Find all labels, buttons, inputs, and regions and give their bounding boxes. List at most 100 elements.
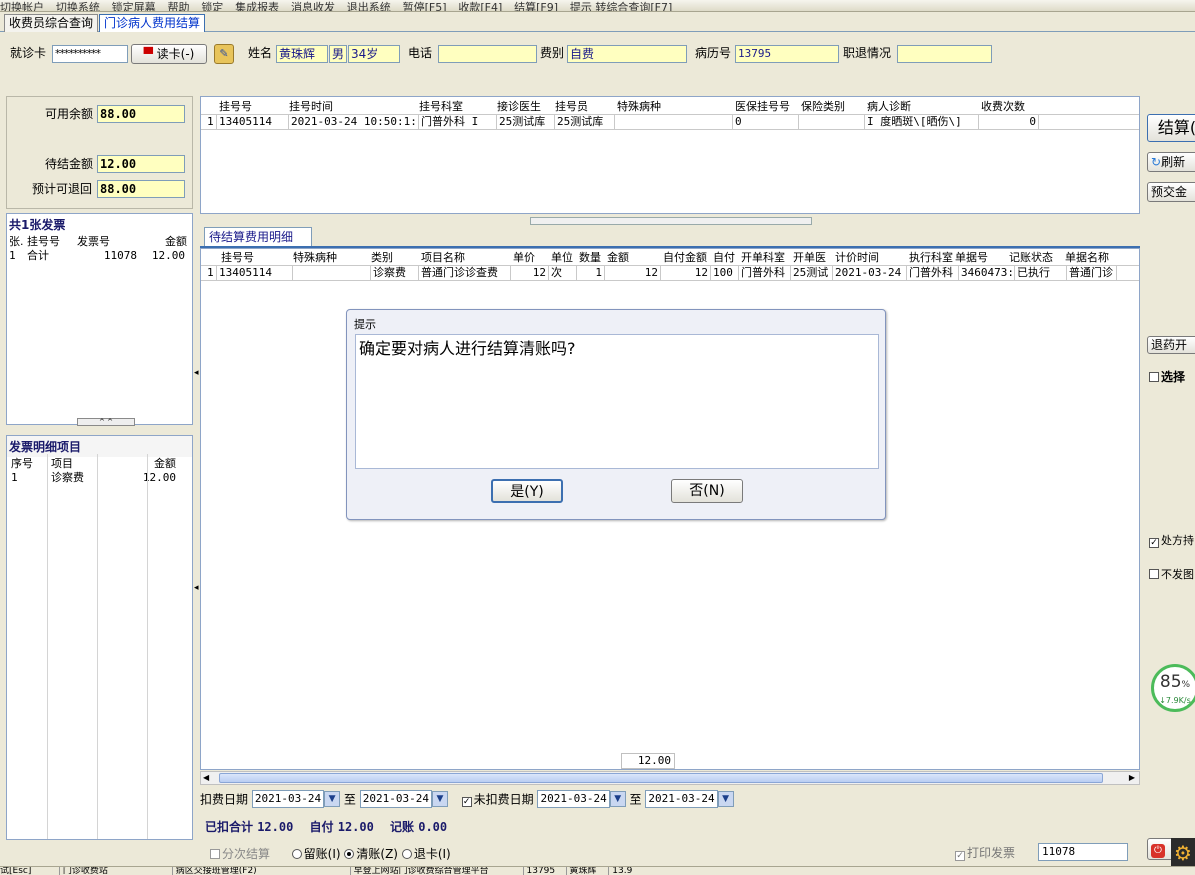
status-item: 黄珠辉 [569,867,610,875]
confirm-yes-button[interactable]: 是(Y) [491,479,563,503]
collapse-left-icon[interactable]: ◂ [194,368,199,378]
age-field: 34岁 [348,45,400,63]
no-send-option[interactable]: 不发图 [1149,566,1194,582]
print-invoice-checkbox[interactable]: ✓ [955,851,965,861]
header-cell: 执行科室 [909,251,953,264]
header-cell: 单据号 [955,251,988,264]
toolbar-item[interactable]: 集成报表 [235,1,279,11]
prescription-option[interactable]: ✓ 处方持 [1149,532,1194,548]
network-speed-widget[interactable]: 85% ↓7.9K/s [1151,664,1195,712]
header-cell: 张. [9,235,24,248]
tab-outpatient-settlement[interactable]: 门诊病人费用结算 [99,14,206,32]
toolbar-item[interactable]: 消息收发 [291,1,335,11]
right-action-panel: 结算( ↻刷新 预交金 退药开 选择 ✓ 处方持 不发图 85% ↓7.9K/s … [1141,96,1195,866]
clear-radio[interactable] [344,849,355,859]
cell: 1 [9,249,16,262]
widget-percent: 85 [1159,672,1182,692]
toolbar-item[interactable]: 切换帐户 [0,1,44,11]
gear-icon[interactable]: ⚙ [1171,838,1195,866]
toolbar-item[interactable]: 结算[F9] [514,1,558,11]
refresh-button[interactable]: ↻刷新 [1147,152,1195,172]
invoice-list-header: 张. 挂号号 发票号 金额 [7,235,192,249]
collapse-left-icon-2[interactable]: ◂ [194,583,199,593]
undeducted-from-date[interactable]: 2021-03-24 [537,790,610,808]
invoice-detail-title: 发票明细项目 [7,436,192,457]
retire-field [897,45,992,63]
pending-detail-header: 挂号号 特殊病种 类别 项目名称 单价 单位 数量 金额 自付金额 自付 开单科… [201,249,1139,265]
widget-unit: % [1181,680,1191,690]
selfpay-value: 12.00 [337,820,374,834]
undeducted-to-date[interactable]: 2021-03-24 [645,790,718,808]
cell: 诊察费 [371,266,419,280]
table-row[interactable]: 1 合计 11078 12.00 [7,249,192,263]
table-row[interactable]: 1 13405114 2021-03-24 10:50:1: 门普外科 I 25… [201,114,1139,130]
toolbar-item[interactable]: 暂停[F5] [403,1,447,11]
card-input[interactable]: ********** [52,45,128,63]
scroll-right-icon[interactable]: ▶ [1129,773,1135,782]
select-label: 选择 [1161,370,1186,384]
cell: 12.00 [151,249,185,262]
settle-button[interactable]: 结算( [1147,114,1195,142]
undeducted-checkbox[interactable]: ✓ [461,796,472,807]
toolbar-item[interactable]: 帮助 [167,1,189,11]
sex-field: 男 [329,45,347,63]
table-row[interactable]: 1 诊察费 12.00 [7,471,192,485]
toolbar-item[interactable]: 切换系统 [56,1,100,11]
invoice-number-field[interactable]: 11078 [1038,843,1128,861]
toolbar-item[interactable]: 退出系统 [347,1,391,11]
table-row[interactable]: 1 13405114 诊察费 普通门诊诊查费 12 次 1 12 12 100 … [201,265,1139,281]
no-send-checkbox[interactable] [1149,569,1159,579]
pending-label: 待结金额 [45,157,94,171]
cell: 12 [605,266,661,280]
splitter-handle[interactable] [530,217,812,225]
cell: 1 [577,266,605,280]
select-checkbox[interactable] [1149,372,1159,382]
header-cell: 保险类别 [801,100,845,113]
dropdown-arrow-icon[interactable]: ▼ [324,791,341,807]
deduct-to-date[interactable]: 2021-03-24 [359,790,432,808]
confirm-no-button[interactable]: 否(N) [671,479,743,503]
dropdown-arrow-icon[interactable]: ▼ [717,791,734,807]
toolbar-item[interactable]: 锁定屏幕 [112,1,156,11]
down-arrow-icon: ↓ [1159,696,1166,705]
deduct-from-date[interactable]: 2021-03-24 [251,790,325,808]
header-cell: 金额 [154,457,176,470]
cell: 0 [979,115,1039,129]
select-option[interactable]: 选择 [1149,368,1185,385]
cell: 1 [205,115,217,129]
toolbar-item[interactable]: 锁定 [201,1,223,11]
invoice-count-title: 共1张发票 [7,214,192,235]
refund-drug-button[interactable]: 退药开 [1147,336,1195,354]
split-checkbox[interactable] [210,849,220,859]
available-balance: 88.00 [97,105,185,123]
collapse-handle-icon[interactable]: ^ ^ [77,418,135,426]
toolbar-item[interactable]: 提示 转综合查询[F7] [570,1,672,11]
keep-radio[interactable] [291,849,302,859]
header-cell: 自付 [713,251,735,264]
toolbar-item[interactable]: 收款[F4] [458,1,502,11]
header-cell: 特殊病种 [293,251,337,264]
refund-card-label: 退卡(I) [413,847,451,861]
cell: I 度晒斑\[晒伤\] [865,115,979,129]
header-cell: 挂号员 [555,100,588,113]
header-cell: 挂号号 [219,100,252,113]
refund-card-radio[interactable] [401,849,412,859]
scroll-thumb[interactable] [219,773,1103,783]
card-label: 就诊卡 [10,46,47,60]
header-cell: 单位 [551,251,573,264]
record-field: 13795 [735,45,839,63]
prescription-checkbox[interactable]: ✓ [1149,538,1159,548]
clear-brush-icon[interactable]: ✎ [214,44,234,64]
tab-cashier-query[interactable]: 收费员综合查询 [4,14,99,32]
tab-pending-detail[interactable]: 待结算费用明细 [204,227,312,247]
horizontal-scrollbar[interactable]: ◀ ▶ [200,771,1140,785]
header-cell: 项目 [51,457,73,470]
scroll-left-icon[interactable]: ◀ [203,773,209,782]
phone-label: 电话 [408,46,433,60]
prepay-button[interactable]: 预交金 [1147,182,1195,202]
read-card-button[interactable]: ▀ 读卡(-) [131,44,207,64]
dropdown-arrow-icon[interactable]: ▼ [609,791,626,807]
read-card-label: 读卡(-) [156,47,195,61]
confirm-dialog: 提示 确定要对病人进行结算清账吗? 是(Y) 否(N) [346,309,886,520]
dropdown-arrow-icon[interactable]: ▼ [431,791,448,807]
